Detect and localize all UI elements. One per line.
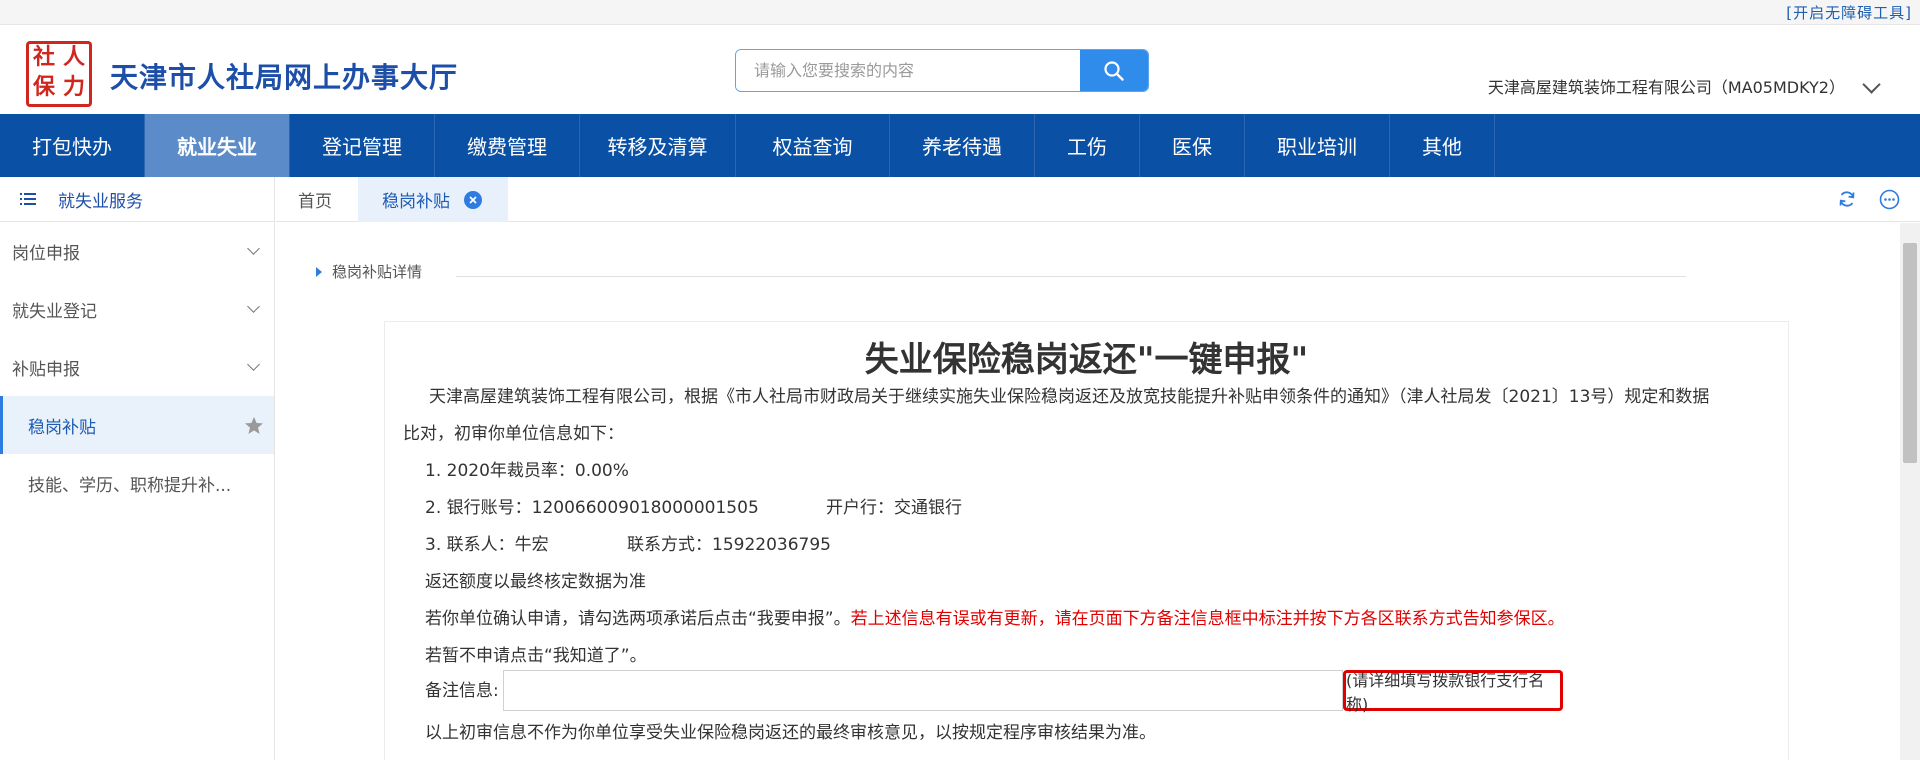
tab-home[interactable]: 首页 <box>298 177 332 222</box>
logo-char: 力 <box>62 75 85 100</box>
more-options-icon[interactable] <box>1879 189 1900 210</box>
search-icon <box>1104 60 1124 81</box>
tab-tools <box>1837 189 1900 210</box>
sidebar-item-label: 稳岗补贴 <box>28 417 96 438</box>
nav-item-pension[interactable]: 养老待遇 <box>890 114 1035 177</box>
list-icon[interactable] <box>20 192 36 206</box>
logo-char: 人 <box>62 45 85 70</box>
remark-label: 备注信息: <box>425 681 499 701</box>
nav-item-package[interactable]: 打包快办 <box>0 114 145 177</box>
tab-job-stabilization-subsidy[interactable]: 稳岗补贴 <box>358 177 508 222</box>
nav-item-payment[interactable]: 缴费管理 <box>435 114 580 177</box>
intro-line-2: 比对，初审你单位信息如下： <box>403 424 624 444</box>
section-title: 稳岗补贴详情 <box>316 261 422 282</box>
sidebar-item-skills-subsidy[interactable]: 技能、学历、职称提升补... <box>0 454 274 512</box>
info-bank-account: 2. 银行账号：12006600901800000​1505 <box>425 498 759 518</box>
sidebar-item-label: 岗位申报 <box>12 243 80 264</box>
sidebar-title: 就失业服务 <box>58 191 143 212</box>
nav-item-other[interactable]: 其他 <box>1390 114 1495 177</box>
scrollbar-thumb[interactable] <box>1903 243 1917 463</box>
warning-text: 若上述信息有误或有更新，请在页面下方备注信息框中标注并按下方各区联系方式告知参保… <box>850 609 1565 629</box>
remark-hint: (请详细填写拨款银行支行名称) <box>1343 670 1563 714</box>
search-box <box>735 49 1149 92</box>
info-layoff-rate: 1. 2020年裁员率：0.00% <box>425 461 629 481</box>
confirm-text: 若你单位确认申请，请勾选两项承诺后点击“我要申报”。 <box>425 609 851 629</box>
company-account-name[interactable]: 天津高屋建筑装饰工程有限公司（MA05MDKY2） <box>1488 74 1845 98</box>
logo-char: 保 <box>32 75 55 100</box>
site-header: 社 人 保 力 天津市人社局网上办事大厅 天津高屋建筑装饰工程有限公司（MA05… <box>0 25 1920 114</box>
star-icon[interactable] <box>244 416 264 435</box>
sidebar-item-job-declaration[interactable]: 岗位申报 <box>0 222 274 280</box>
tab-bar: 首页 稳岗补贴 <box>276 177 1920 222</box>
intro-line-1: 天津高屋建筑装饰工程有限公司，根据《市人社局市财政局关于继续实施失业保险稳岗返还… <box>429 387 1710 407</box>
chevron-down-icon <box>247 300 260 313</box>
search-button[interactable] <box>1080 50 1148 91</box>
sidebar-item-label: 补贴申报 <box>12 359 80 380</box>
top-utility-bar: [开启无障碍工具] <box>0 0 1920 25</box>
section-divider <box>456 276 1686 277</box>
nav-item-transfer[interactable]: 转移及清算 <box>580 114 736 177</box>
sidebar-item-label: 就失业登记 <box>12 301 97 322</box>
chevron-down-icon[interactable] <box>1862 75 1881 94</box>
nav-item-injury[interactable]: 工伤 <box>1035 114 1140 177</box>
site-logo[interactable]: 社 人 保 力 <box>26 41 92 107</box>
remark-input[interactable] <box>503 670 1343 711</box>
disclaimer-text: 以上初审信息不作为你单位享受失业保险稳岗返还的最终审核意见，以按规定程序审核结果… <box>425 723 1156 743</box>
section-title-text: 稳岗补贴详情 <box>332 263 423 281</box>
nav-item-employment[interactable]: 就业失业 <box>145 114 290 177</box>
close-icon[interactable] <box>464 190 482 209</box>
search-input[interactable] <box>736 50 1080 91</box>
sidebar-item-job-stabilization-subsidy[interactable]: 稳岗补贴 <box>0 396 274 454</box>
info-bank-name: 开户行：交通银行 <box>826 498 962 518</box>
info-contact-person: 3. 联系人：牛宏 <box>425 535 549 555</box>
site-title[interactable]: 天津市人社局网上办事大厅 <box>110 56 458 96</box>
sidebar-item-subsidy-declaration[interactable]: 补贴申报 <box>0 338 274 396</box>
nav-item-rights-query[interactable]: 权益查询 <box>736 114 890 177</box>
nav-item-training[interactable]: 职业培训 <box>1245 114 1390 177</box>
info-contact-phone: 联系方式：15922036795 <box>627 535 831 555</box>
document-title: 失业保险稳岗返还"一键申报" <box>864 340 1309 380</box>
main-content: 稳岗补贴详情 失业保险稳岗返还"一键申报" 天津高屋建筑装饰工程有限公司，根据《… <box>276 223 1900 760</box>
sidebar-item-employment-registration[interactable]: 就失业登记 <box>0 280 274 338</box>
nav-item-medical[interactable]: 医保 <box>1140 114 1245 177</box>
sidebar: 就失业服务 岗位申报 就失业登记 补贴申报 稳岗补贴 技能、学历、职称提升补..… <box>0 177 275 760</box>
decline-instruction: 若暂不申请点击“我知道了”。 <box>425 646 647 666</box>
caret-right-icon <box>316 266 322 277</box>
chevron-down-icon <box>247 358 260 371</box>
chevron-down-icon <box>247 242 260 255</box>
sidebar-item-label: 技能、学历、职称提升补... <box>28 475 232 496</box>
tab-label: 稳岗补贴 <box>382 192 450 212</box>
note-final-amount: 返还额度以最终核定数据为准 <box>425 572 646 592</box>
nav-item-registration[interactable]: 登记管理 <box>290 114 435 177</box>
logo-char: 社 <box>32 45 55 70</box>
accessibility-tools-link[interactable]: [开启无障碍工具] <box>1786 2 1912 23</box>
main-nav: 打包快办 就业失业 登记管理 缴费管理 转移及清算 权益查询 养老待遇 工伤 医… <box>0 114 1920 177</box>
confirm-instruction: 若你单位确认申请，请勾选两项承诺后点击“我要申报”。若上述信息有误或有更新，请在… <box>425 608 1565 630</box>
vertical-scrollbar[interactable] <box>1900 223 1920 760</box>
declaration-panel: 失业保险稳岗返还"一键申报" 天津高屋建筑装饰工程有限公司，根据《市人社局市财政… <box>384 321 1789 760</box>
refresh-icon[interactable] <box>1837 189 1857 209</box>
sidebar-header: 就失业服务 <box>0 177 274 222</box>
